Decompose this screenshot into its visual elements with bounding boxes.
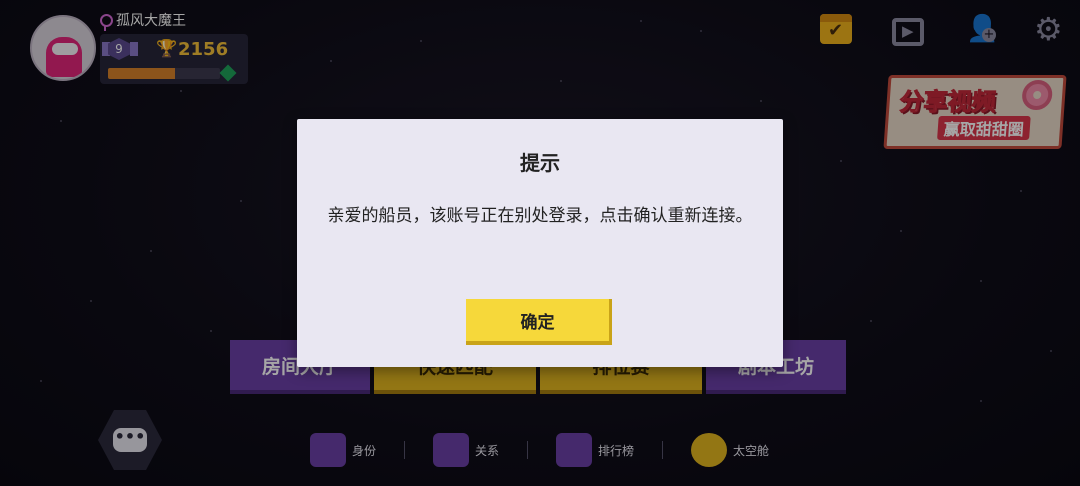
confirm-button[interactable]: 确定 — [466, 299, 612, 345]
alert-dialog: 提示 亲爱的船员，该账号正在别处登录，点击确认重新连接。 确定 — [297, 119, 783, 367]
dialog-message: 亲爱的船员，该账号正在别处登录，点击确认重新连接。 — [327, 206, 753, 226]
dialog-title: 提示 — [520, 151, 560, 175]
